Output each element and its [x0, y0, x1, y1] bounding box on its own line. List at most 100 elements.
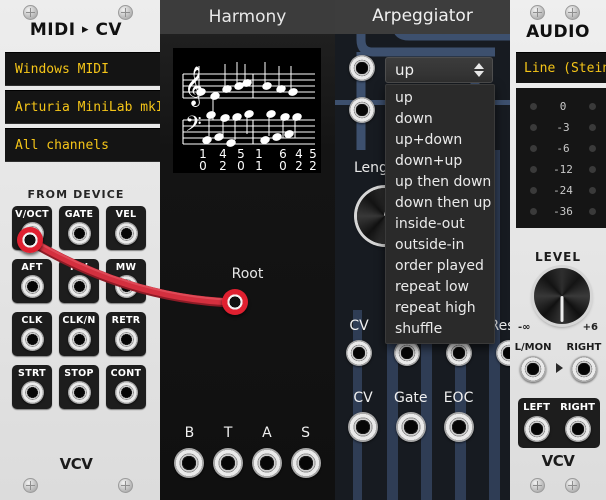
- monitor-left[interactable]: L/MON: [515, 342, 552, 382]
- knob-pointer: [560, 296, 564, 322]
- output-label: RIGHT: [560, 402, 595, 413]
- midi-driver-display[interactable]: Windows MIDI: [5, 52, 160, 86]
- output-t[interactable]: T: [213, 425, 244, 478]
- jack-icon[interactable]: [443, 412, 474, 442]
- port-strt[interactable]: STRT: [12, 365, 52, 409]
- port-stop[interactable]: STOP: [59, 365, 99, 409]
- port-clk[interactable]: CLK: [12, 312, 52, 356]
- midi-device-value: Arturia MiniLab mkII: [15, 99, 160, 115]
- audio-device-value: Line (Steinb: [524, 60, 606, 76]
- jack-icon[interactable]: [346, 340, 372, 366]
- menu-item-order-played[interactable]: order played: [386, 256, 494, 277]
- port-mw[interactable]: MW: [106, 259, 146, 303]
- arp-output-eoc[interactable]: EOC: [443, 390, 474, 442]
- module-audio[interactable]: AUDIO Line (Steinb 0 -3 -6 -12: [510, 0, 606, 500]
- output-label: S: [301, 425, 311, 441]
- module-harmony[interactable]: Harmony 𝄞 𝄢 1 4 5 1 6 4 5 0 2 0 1 0 2 2 …: [160, 0, 335, 500]
- port-vel[interactable]: VEL: [106, 206, 146, 250]
- jack-icon[interactable]: [395, 412, 426, 442]
- port-retr[interactable]: RETR: [106, 312, 146, 356]
- jack-icon[interactable]: [213, 448, 244, 478]
- jack-icon[interactable]: [174, 448, 205, 478]
- output-label: CV: [353, 390, 373, 406]
- jack-icon[interactable]: [114, 222, 138, 245]
- menu-item-down[interactable]: down: [386, 109, 494, 130]
- menu-item-down-then-up[interactable]: down then up: [386, 193, 494, 214]
- port-cont[interactable]: CONT: [106, 365, 146, 409]
- midi-device-display[interactable]: Arturia MiniLab mkII: [5, 90, 160, 124]
- screw-top-left[interactable]: [23, 5, 38, 20]
- degree-bottom: 1: [255, 159, 263, 173]
- screw-bottom-right[interactable]: [565, 478, 580, 493]
- output-right[interactable]: RIGHT: [560, 402, 595, 442]
- jack-icon[interactable]: [290, 448, 321, 478]
- arp-input-cv[interactable]: CV: [346, 318, 372, 366]
- audio-device-display[interactable]: Line (Steinb: [516, 52, 606, 83]
- chevron-updown-icon[interactable]: [474, 63, 484, 77]
- screw-top-left[interactable]: [530, 5, 545, 20]
- midi-channel-display[interactable]: All channels: [5, 128, 160, 162]
- module-arpeggiator[interactable]: Arpeggiator Length CV Swing Gate Reset: [335, 0, 510, 500]
- level-range: -∞ +6: [518, 322, 598, 333]
- arp-input-jack-2[interactable]: [349, 97, 375, 123]
- arpeggiator-title: Arpeggiator: [372, 6, 473, 26]
- arp-input-jack-1[interactable]: [349, 55, 375, 81]
- port-pw[interactable]: PW: [59, 259, 99, 303]
- output-s[interactable]: S: [290, 425, 321, 478]
- port-label: GATE: [64, 209, 94, 220]
- meter-row: -6: [516, 138, 606, 159]
- pattern-select[interactable]: up: [385, 57, 493, 83]
- menu-item-repeat-high[interactable]: repeat high: [386, 298, 494, 319]
- screw-bottom-left[interactable]: [23, 478, 38, 493]
- port-aft[interactable]: AFT: [12, 259, 52, 303]
- knob-body[interactable]: [534, 268, 590, 324]
- output-a[interactable]: A: [251, 425, 282, 478]
- port-clk-n[interactable]: CLK/N: [59, 312, 99, 356]
- output-b[interactable]: B: [174, 425, 205, 478]
- jack-icon[interactable]: [251, 448, 282, 478]
- output-label: T: [223, 425, 233, 441]
- jack-icon[interactable]: [67, 381, 91, 404]
- jack-icon[interactable]: [114, 328, 138, 351]
- screw-bottom-left[interactable]: [530, 478, 545, 493]
- screw-top-right[interactable]: [118, 5, 133, 20]
- jack-icon[interactable]: [496, 340, 510, 366]
- output-left[interactable]: LEFT: [523, 402, 550, 442]
- jack-icon[interactable]: [564, 416, 591, 442]
- arp-output-cv[interactable]: CV: [348, 390, 378, 442]
- jack-icon[interactable]: [114, 275, 138, 298]
- jack-icon[interactable]: [570, 356, 597, 382]
- cable-plug-destination[interactable]: [222, 289, 248, 315]
- harmony-score-display[interactable]: 𝄞 𝄢 1 4 5 1 6 4 5 0 2 0 1 0 2 2: [173, 48, 321, 173]
- port-gate[interactable]: GATE: [59, 206, 99, 250]
- level-knob[interactable]: [534, 268, 590, 324]
- level-label: LEVEL: [535, 250, 581, 264]
- degree-bottom: 0: [237, 159, 245, 173]
- jack-icon[interactable]: [523, 416, 550, 442]
- menu-item-inside-out[interactable]: inside-out: [386, 214, 494, 235]
- jack-icon[interactable]: [20, 275, 44, 298]
- menu-item-up-down[interactable]: up+down: [386, 130, 494, 151]
- pattern-select-value: up: [395, 61, 415, 79]
- pattern-select-menu[interactable]: up down up+down down+up up then down dow…: [385, 84, 495, 344]
- jack-icon[interactable]: [67, 275, 91, 298]
- meter-led-right: [589, 145, 596, 152]
- menu-item-outside-in[interactable]: outside-in: [386, 235, 494, 256]
- menu-item-down-up[interactable]: down+up: [386, 151, 494, 172]
- jack-icon[interactable]: [67, 222, 91, 245]
- menu-item-repeat-low[interactable]: repeat low: [386, 277, 494, 298]
- screw-bottom-right[interactable]: [118, 478, 133, 493]
- cable-plug-source[interactable]: [17, 227, 43, 253]
- monitor-right[interactable]: RIGHT: [567, 342, 601, 382]
- menu-item-up[interactable]: up: [386, 88, 494, 109]
- arp-output-gate[interactable]: Gate: [394, 390, 428, 442]
- jack-icon[interactable]: [67, 328, 91, 351]
- jack-icon[interactable]: [520, 356, 547, 382]
- menu-item-shuffle[interactable]: shuffle: [386, 319, 494, 340]
- screw-top-right[interactable]: [565, 5, 580, 20]
- jack-icon[interactable]: [20, 328, 44, 351]
- jack-icon[interactable]: [348, 412, 378, 442]
- jack-icon[interactable]: [114, 381, 138, 404]
- jack-icon[interactable]: [20, 381, 44, 404]
- menu-item-up-then-down[interactable]: up then down: [386, 172, 494, 193]
